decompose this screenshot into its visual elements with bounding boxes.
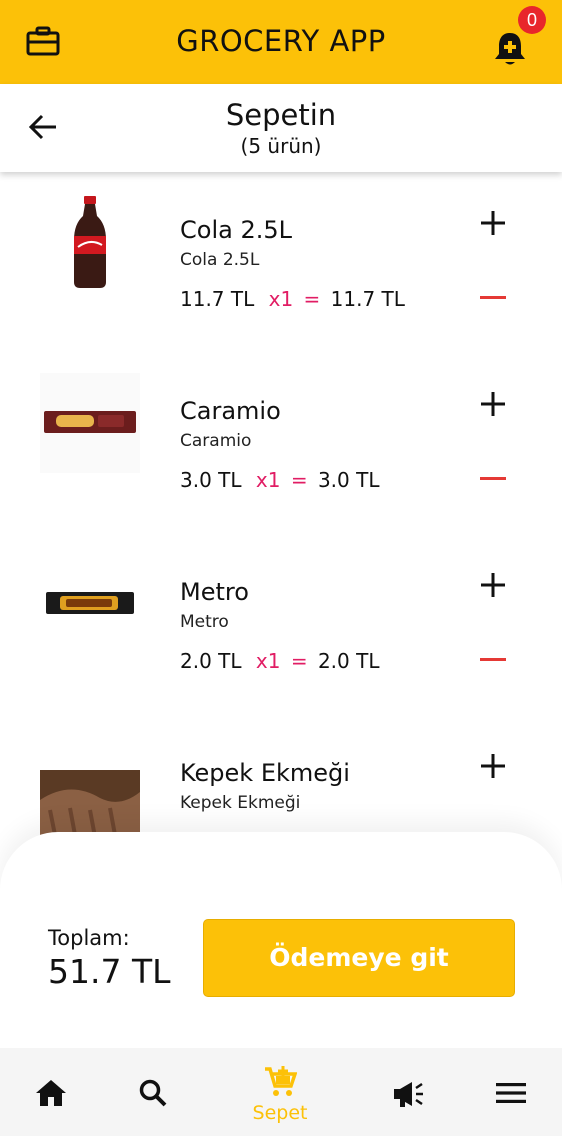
item-name: Cola 2.5L [180,216,292,244]
equals-sign: = [290,468,308,492]
search-icon [139,1079,167,1107]
nav-home[interactable] [16,1048,86,1136]
decrease-quantity-icon[interactable] [480,658,506,662]
cart-icon [265,1066,297,1096]
item-price-line: 11.7 TL x1 = 11.7 TL [180,287,405,311]
unit-price: 2.0 TL [180,649,242,673]
quantity: x1 [255,468,281,492]
decrease-quantity-icon[interactable] [480,477,506,481]
app-title: GROCERY APP [176,24,386,58]
item-subtitle: Metro [180,612,229,632]
home-icon [36,1080,66,1106]
nav-campaigns[interactable] [374,1048,444,1136]
line-total: 3.0 TL [317,468,380,492]
nav-menu[interactable] [476,1048,546,1136]
unit-price: 3.0 TL [180,468,242,492]
equals-sign: = [303,287,321,311]
metro-bar-image [40,554,140,654]
increase-quantity-icon[interactable] [480,753,506,779]
increase-quantity-icon[interactable] [480,391,506,417]
item-price-line: 2.0 TL x1 = 2.0 TL [180,649,379,673]
increase-quantity-icon[interactable] [480,210,506,236]
item-name: Kepek Ekmeği [180,759,350,787]
app-bar: GROCERY APP 0 [0,0,562,84]
unit-price: 11.7 TL [180,287,255,311]
item-subtitle: Cola 2.5L [180,250,260,270]
megaphone-icon [394,1082,423,1107]
checkout-panel: Toplam: 51.7 TL Ödemeye git [0,832,562,1052]
caramio-bar-image [40,373,140,473]
line-total: 11.7 TL [330,287,405,311]
nav-cart[interactable]: Sepet [245,1048,315,1136]
notification-badge: 0 [518,6,546,34]
item-count: (5 ürün) [240,134,322,158]
page-title: Sepetin [225,98,337,132]
cart-list[interactable]: Cola 2.5L Cola 2.5L 11.7 TL x1 = 11.7 TL… [0,172,562,852]
menu-icon [496,1083,526,1103]
cart-item: Caramio Caramio 3.0 TL x1 = 3.0 TL [0,353,562,534]
item-subtitle: Kepek Ekmeği [180,793,301,813]
total-label: Toplam: [48,926,130,950]
increase-quantity-icon[interactable] [480,572,506,598]
cart-item: Cola 2.5L Cola 2.5L 11.7 TL x1 = 11.7 TL [0,172,562,353]
quantity: x1 [255,649,281,673]
item-name: Metro [180,578,249,606]
equals-sign: = [290,649,308,673]
cart-item: Metro Metro 2.0 TL x1 = 2.0 TL [0,534,562,715]
bottom-nav: Sepet [0,1048,562,1136]
item-name: Caramio [180,397,281,425]
total-value: 51.7 TL [48,952,171,991]
item-subtitle: Caramio [180,431,252,451]
notification-bell-icon[interactable] [492,30,528,68]
line-total: 2.0 TL [317,649,380,673]
nav-cart-label: Sepet [252,1102,308,1124]
nav-search[interactable] [118,1048,188,1136]
quantity: x1 [268,287,294,311]
cart-header: Sepetin (5 ürün) [0,84,562,172]
item-price-line: 3.0 TL x1 = 3.0 TL [180,468,379,492]
cola-bottle-image [40,192,140,292]
checkout-button[interactable]: Ödemeye git [203,919,515,997]
decrease-quantity-icon[interactable] [480,296,506,300]
